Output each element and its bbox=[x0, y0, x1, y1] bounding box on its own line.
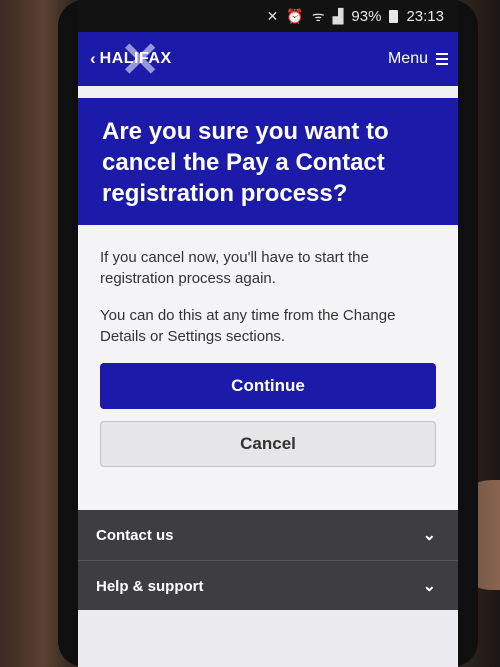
menu-label: Menu bbox=[387, 50, 428, 67]
dialog-title-band: Are you sure you want to cancel the Pay … bbox=[78, 98, 458, 225]
back-chevron-icon: ‹ bbox=[90, 49, 96, 68]
menu-button[interactable]: Menu bbox=[388, 50, 448, 68]
dialog-title: Are you sure you want to cancel the Pay … bbox=[102, 118, 389, 207]
cancel-button[interactable]: Cancel bbox=[100, 421, 436, 467]
footer-item-label: Contact us bbox=[96, 526, 174, 544]
continue-button[interactable]: Continue bbox=[100, 363, 436, 409]
dialog-paragraph-1: If you cancel now, you'll have to start … bbox=[100, 249, 369, 287]
alarm-icon: ⏰ bbox=[286, 7, 304, 24]
mute-icon: ✕ bbox=[266, 7, 279, 24]
battery-icon bbox=[389, 9, 399, 23]
app-header: ‹ ✕ HALIFAX Menu bbox=[78, 32, 458, 86]
chevron-down-icon: ⌄ bbox=[422, 578, 436, 595]
halifax-logo[interactable]: ‹ ✕ HALIFAX bbox=[90, 37, 172, 85]
clock: 23:13 bbox=[406, 7, 444, 25]
battery-percent: 93% bbox=[351, 7, 382, 25]
hamburger-icon bbox=[436, 53, 448, 65]
signal-icon: ▟ bbox=[332, 7, 344, 24]
bottom-strip bbox=[78, 610, 458, 667]
status-bar: ✕ ⏰ ᯤ ▟ 93% 23:13 bbox=[78, 0, 458, 32]
logo-text: HALIFAX bbox=[99, 50, 172, 67]
phone-screen: ✕ ⏰ ᯤ ▟ 93% 23:13 ‹ ✕ HALIFAX Menu Are y… bbox=[78, 0, 458, 667]
footer-item-label: Help & support bbox=[96, 577, 204, 595]
chevron-down-icon: ⌄ bbox=[422, 527, 436, 544]
header-gap bbox=[78, 86, 458, 98]
footer-item-contact-us[interactable]: Contact us ⌄ bbox=[78, 510, 458, 561]
wifi-icon: ᯤ bbox=[311, 7, 325, 24]
dialog-paragraph-2: You can do this at any time from the Cha… bbox=[100, 307, 396, 345]
footer-item-help-support[interactable]: Help & support ⌄ bbox=[78, 561, 458, 612]
dialog-content: If you cancel now, you'll have to start … bbox=[78, 225, 458, 467]
